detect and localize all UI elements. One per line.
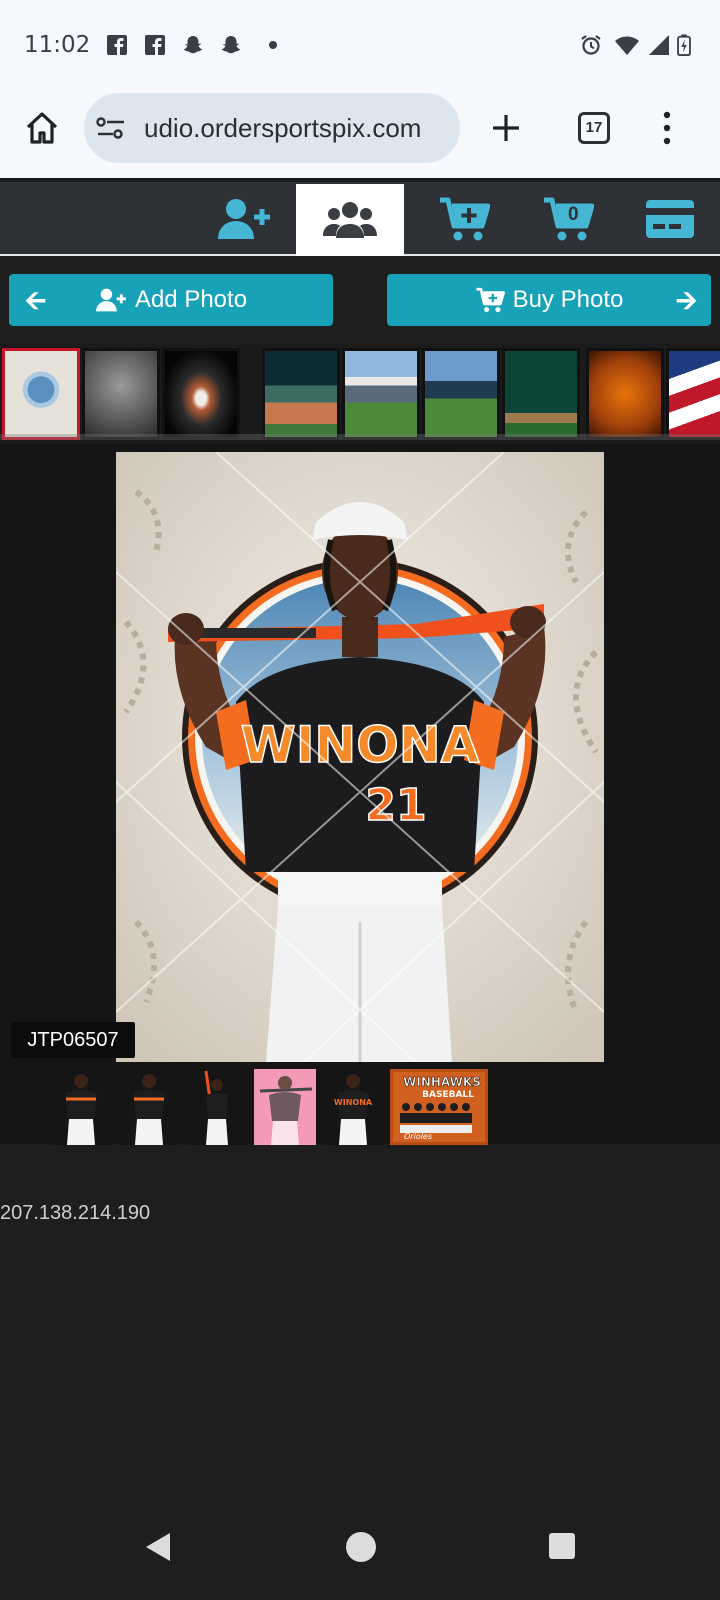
new-tab-icon[interactable] (490, 112, 522, 144)
background-thumb[interactable] (262, 348, 340, 440)
team-photo-thumb[interactable]: WINHAWKS BASEBALL Orioles (390, 1069, 488, 1145)
facebook-icon (145, 35, 165, 55)
player-portrait: WINONA 21 (116, 452, 604, 1062)
url-text[interactable]: udio.ordersportspix.com (144, 113, 421, 144)
background-thumb[interactable] (586, 348, 664, 440)
ip-address: 207.138.214.190 (0, 1202, 151, 1224)
cart-plus-icon (440, 197, 490, 241)
action-row: 🡨 Add Photo Buy Photo 🡪 (0, 256, 720, 336)
screen: 11:02 udio.ordersportspix.com 17 0 🡨 Add… (0, 0, 720, 1600)
background-thumb[interactable] (666, 348, 720, 440)
photo-code: JTP06507 (11, 1022, 135, 1058)
facebook-icon (107, 35, 127, 55)
main-photo[interactable]: WINONA 21 (116, 452, 604, 1062)
background-picker (0, 344, 720, 444)
status-time: 11:02 (24, 32, 91, 58)
svg-text:Orioles: Orioles (404, 1132, 432, 1141)
signal-icon (649, 35, 669, 55)
status-bar: 11:02 (0, 0, 720, 88)
buy-photo-button[interactable]: Buy Photo 🡪 (387, 274, 711, 326)
tab-switcher-button[interactable]: 17 (578, 112, 610, 144)
scrollbar[interactable] (0, 434, 720, 440)
url-field[interactable]: udio.ordersportspix.com (84, 93, 460, 163)
nav-group[interactable] (296, 184, 404, 256)
nav-add-to-cart[interactable] (410, 182, 518, 256)
photo-area: WINONA 21 JTP06507 WINONA WINHAWKS BASEB… (0, 444, 720, 1146)
buy-photo-label: Buy Photo (512, 286, 624, 313)
add-photo-label: Add Photo (134, 286, 248, 313)
home-nav-icon[interactable] (344, 1530, 378, 1564)
alarm-icon (581, 35, 601, 55)
more-menu-icon[interactable] (660, 110, 674, 146)
background-thumb[interactable] (82, 348, 160, 440)
svg-text:BASEBALL: BASEBALL (422, 1090, 474, 1100)
arrow-left-icon: 🡨 (25, 285, 47, 315)
svg-text:WINHAWKS: WINHAWKS (403, 1075, 481, 1089)
credit-card-icon (646, 200, 694, 238)
cart-plus-icon (476, 287, 505, 313)
pose-thumb[interactable] (186, 1069, 248, 1145)
app-nav: 0 (0, 178, 720, 256)
pose-thumbnails: WINONA WINHAWKS BASEBALL Orioles (0, 1064, 720, 1146)
nav-payment[interactable] (616, 182, 720, 256)
nav-cart[interactable]: 0 (514, 182, 622, 256)
battery-icon (677, 34, 691, 56)
add-user-icon (218, 199, 270, 239)
wifi-icon (615, 36, 639, 55)
background-thumb[interactable] (2, 348, 80, 440)
nav-add-subject[interactable] (190, 182, 298, 256)
add-user-icon (96, 288, 126, 312)
group-icon (323, 202, 377, 238)
home-icon[interactable] (22, 108, 62, 148)
cart-count: 0 (568, 204, 579, 225)
add-photo-button[interactable]: 🡨 Add Photo (9, 274, 333, 326)
system-nav-bar (0, 1500, 720, 1600)
back-icon[interactable] (142, 1530, 174, 1564)
background-thumb[interactable] (162, 348, 240, 440)
pose-thumb[interactable] (50, 1069, 112, 1145)
pose-thumb[interactable] (118, 1069, 180, 1145)
background-thumb[interactable] (422, 348, 500, 440)
dot-icon (269, 41, 277, 49)
svg-text:WINONA: WINONA (334, 1098, 373, 1107)
pose-thumb[interactable]: WINONA (322, 1069, 384, 1145)
snapchat-icon (184, 36, 202, 54)
pose-thumb[interactable] (254, 1069, 316, 1145)
background-thumb[interactable] (502, 348, 580, 440)
svg-text:WINONA: WINONA (241, 716, 480, 774)
snapchat-icon (222, 36, 240, 54)
arrow-right-icon: 🡪 (675, 285, 697, 315)
recents-icon[interactable] (548, 1532, 576, 1560)
background-thumb[interactable] (342, 348, 420, 440)
site-settings-icon[interactable] (96, 115, 126, 141)
browser-toolbar: udio.ordersportspix.com 17 (0, 88, 720, 178)
